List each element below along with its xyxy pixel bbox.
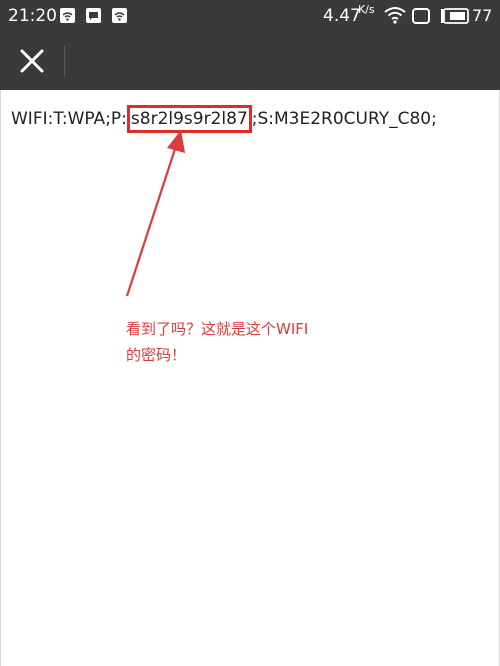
qr-suffix: ;S:M3E2R0CURY_C80; xyxy=(251,109,437,129)
close-icon xyxy=(20,49,44,73)
network-speed: 4.47 xyxy=(323,6,361,26)
toolbar xyxy=(0,32,500,90)
wifi-signal-icon xyxy=(384,7,406,24)
message-icon xyxy=(86,8,101,23)
toolbar-divider xyxy=(64,46,65,76)
battery-icon xyxy=(441,8,469,24)
annotation-line-2: 的密码！ xyxy=(126,346,187,364)
status-time: 21:20 xyxy=(8,6,57,26)
password-highlight: s8r2l9s9r2l87 xyxy=(126,105,252,133)
annotation-note: 看到了吗？这就是这个WIFI 的密码！ xyxy=(126,316,386,368)
left-border xyxy=(0,90,1,666)
annotation-line-1: 看到了吗？这就是这个WIFI xyxy=(126,320,309,338)
qr-prefix: WIFI:T:WPA;P: xyxy=(11,109,127,129)
wifi-key-icon xyxy=(112,8,127,23)
battery-level: 77 xyxy=(472,6,493,25)
wifi-password: s8r2l9s9r2l87 xyxy=(130,109,248,129)
wifi-key-icon xyxy=(60,8,75,23)
sim-card-icon xyxy=(412,8,430,24)
status-bar: 21:20 4.47 K/s 77 xyxy=(0,0,500,32)
network-speed-unit: K/s xyxy=(358,3,375,16)
qr-result-text: WIFI:T:WPA;P: s8r2l9s9r2l87 ;S:M3E2R0CURY_… xyxy=(11,105,437,133)
close-button[interactable] xyxy=(10,40,54,82)
scan-result-content: WIFI:T:WPA;P: s8r2l9s9r2l87 ;S:M3E2R0CURY_… xyxy=(0,90,500,666)
